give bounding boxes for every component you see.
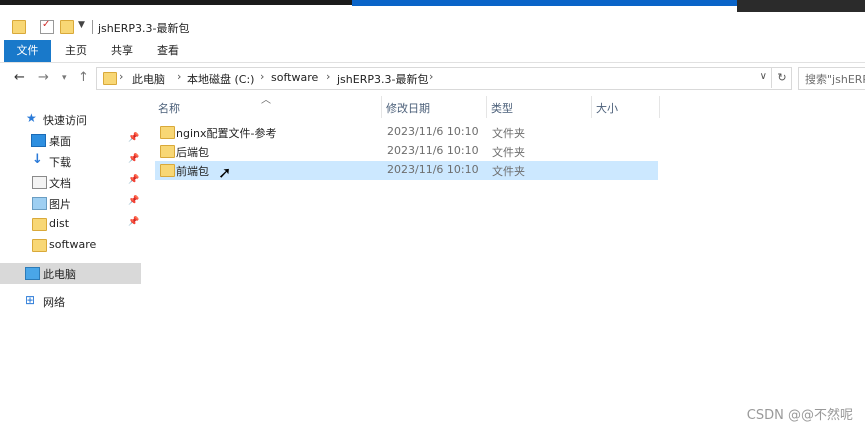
title-separator: [92, 20, 93, 34]
search-placeholder: 搜索"jshERP3...: [805, 73, 865, 86]
sidebar-item-label: dist: [49, 217, 70, 230]
column-header-label: 名称: [158, 102, 180, 115]
file-name: 前端包: [176, 165, 209, 178]
quick-access-dropdown-icon[interactable]: ▼: [78, 20, 85, 30]
list-item[interactable]: 后端包 2023/11/6 10:10 文件夹: [155, 142, 658, 161]
pin-icon[interactable]: 📌: [128, 133, 139, 143]
chevron-right-icon[interactable]: ›: [429, 70, 433, 83]
tab-home[interactable]: 主页: [65, 40, 87, 62]
watermark: CSDN @@不然呢: [746, 408, 853, 423]
mouse-cursor-icon: ➚: [218, 163, 232, 182]
top-strip-dark: [0, 0, 352, 5]
top-strip: [0, 0, 865, 12]
title-bar: ▼ jshERP3.3-最新包: [0, 14, 865, 40]
ribbon: 文件 主页 共享 查看: [0, 40, 865, 63]
sidebar-item-quick-access[interactable]: ★ 快速访问: [0, 109, 141, 130]
breadcrumb-current-folder[interactable]: jshERP3.3-最新包: [337, 71, 428, 87]
folder-icon: [32, 239, 47, 252]
navigation-pane: ★ 快速访问 桌面 📌 ↓ 下载 📌 文档 📌 图片 📌 dist 📌 soft…: [0, 92, 141, 431]
new-folder-icon[interactable]: [60, 20, 74, 34]
breadcrumb-software[interactable]: software: [271, 71, 318, 84]
file-type: 文件夹: [492, 127, 525, 140]
star-icon: ★: [26, 111, 37, 125]
address-bar[interactable]: › 此电脑 › 本地磁盘 (C:) › software › jshERP3.3…: [96, 67, 792, 90]
window-title: jshERP3.3-最新包: [98, 22, 190, 35]
pin-icon[interactable]: 📌: [128, 154, 139, 164]
file-type: 文件夹: [492, 146, 525, 159]
sidebar-item-this-pc[interactable]: 此电脑: [0, 263, 141, 284]
folder-icon: [160, 145, 175, 158]
forward-arrow-icon[interactable]: →: [38, 70, 49, 85]
file-date: 2023/11/6 10:10: [387, 144, 479, 157]
back-arrow-icon[interactable]: ←: [14, 70, 25, 85]
address-row: ← → ▾ ↑ › 此电脑 › 本地磁盘 (C:) › software › j…: [0, 64, 865, 92]
pictures-icon: [32, 197, 47, 210]
top-strip-right: [737, 0, 865, 12]
top-strip-blue: [352, 0, 737, 6]
file-name: nginx配置文件-参考: [176, 127, 277, 140]
breadcrumb-this-pc[interactable]: 此电脑: [132, 71, 165, 87]
file-date: 2023/11/6 10:10: [387, 163, 479, 176]
desktop-icon: [31, 134, 46, 147]
folder-icon: [160, 126, 175, 139]
pin-icon[interactable]: 📌: [128, 196, 139, 206]
chevron-right-icon[interactable]: ›: [326, 70, 330, 83]
sidebar-item-label: 网络: [43, 296, 65, 309]
tab-file[interactable]: 文件: [4, 40, 51, 62]
refresh-icon[interactable]: ↻: [771, 67, 792, 88]
recent-dropdown-icon[interactable]: ▾: [62, 73, 67, 83]
pin-icon[interactable]: 📌: [128, 217, 139, 227]
column-header-name[interactable]: 名称: [153, 96, 382, 118]
list-item[interactable]: nginx配置文件-参考 2023/11/6 10:10 文件夹: [155, 123, 658, 142]
sidebar-item-pictures[interactable]: 图片 📌: [0, 193, 141, 214]
folder-icon: [160, 164, 175, 177]
computer-icon: [25, 267, 40, 280]
file-type: 文件夹: [492, 165, 525, 178]
chevron-right-icon[interactable]: ›: [119, 70, 123, 83]
sidebar-item-documents[interactable]: 文档 📌: [0, 172, 141, 193]
file-list: ︿ 名称 修改日期 类型 大小 nginx配置文件-参考 2023/11/6 1…: [153, 92, 865, 431]
column-header-label: 类型: [491, 102, 513, 115]
sidebar-item-label: 快速访问: [43, 114, 87, 127]
column-header-type[interactable]: 类型: [486, 96, 592, 118]
download-icon: ↓: [32, 152, 43, 167]
chevron-right-icon[interactable]: ›: [177, 70, 181, 83]
sidebar-item-label: 文档: [49, 177, 71, 190]
folder-icon: [32, 218, 47, 231]
sidebar-item-label: 桌面: [49, 135, 71, 148]
document-icon: [32, 176, 47, 189]
tab-view[interactable]: 查看: [157, 40, 179, 62]
network-icon: ⊞: [25, 293, 36, 307]
sidebar-item-label: 此电脑: [43, 268, 76, 281]
sidebar-item-label: software: [49, 238, 97, 251]
sidebar-item-software[interactable]: software: [0, 235, 141, 256]
sidebar-item-dist[interactable]: dist 📌: [0, 214, 141, 235]
up-arrow-icon[interactable]: ↑: [78, 70, 89, 85]
file-date: 2023/11/6 10:10: [387, 125, 479, 138]
sidebar-item-label: 下载: [49, 156, 71, 169]
file-name: 后端包: [176, 146, 209, 159]
chevron-right-icon[interactable]: ›: [260, 70, 264, 83]
column-header-label: 大小: [596, 102, 618, 115]
sidebar-item-downloads[interactable]: ↓ 下载 📌: [0, 151, 141, 172]
address-dropdown-icon[interactable]: ∨: [760, 71, 767, 82]
search-input[interactable]: 搜索"jshERP3...: [798, 67, 865, 90]
properties-icon[interactable]: [40, 19, 54, 34]
folder-icon: [12, 20, 26, 34]
sidebar-item-network[interactable]: ⊞ 网络: [0, 291, 141, 312]
column-header-size[interactable]: 大小: [591, 96, 660, 118]
pin-icon[interactable]: 📌: [128, 175, 139, 185]
sidebar-item-label: 图片: [49, 198, 71, 211]
column-header-date[interactable]: 修改日期: [381, 96, 487, 118]
tab-share[interactable]: 共享: [111, 40, 133, 62]
folder-icon: [103, 72, 117, 85]
column-header-label: 修改日期: [386, 102, 430, 115]
breadcrumb-local-disk[interactable]: 本地磁盘 (C:): [187, 71, 254, 87]
sidebar-item-desktop[interactable]: 桌面 📌: [0, 130, 141, 151]
